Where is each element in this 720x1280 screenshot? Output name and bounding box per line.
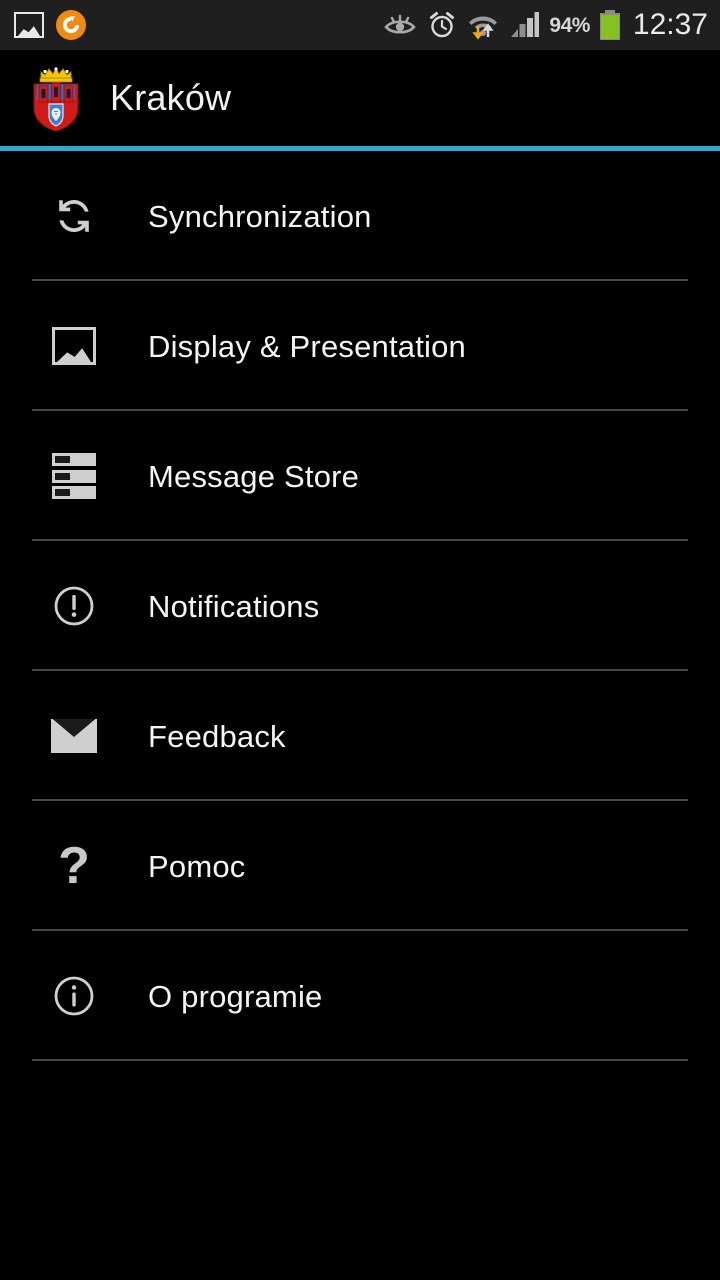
storage-icon bbox=[0, 411, 148, 541]
screenshot-icon bbox=[14, 12, 44, 38]
page-title: Kraków bbox=[110, 77, 232, 118]
list-item-label: Synchronization bbox=[148, 198, 372, 234]
list-item-label: Pomoc bbox=[148, 848, 246, 884]
question-mark-icon: ? bbox=[58, 837, 90, 895]
status-bar: 94% 12:37 bbox=[0, 0, 720, 50]
status-bar-right-icons: 94% 12:37 bbox=[383, 10, 708, 40]
list-item-display-presentation[interactable]: Display & Presentation bbox=[0, 281, 720, 411]
app-notification-icon bbox=[56, 10, 86, 40]
cellular-signal-icon bbox=[509, 11, 540, 39]
list-divider bbox=[32, 1059, 688, 1061]
wifi-icon bbox=[467, 10, 499, 40]
list-item-label: Display & Presentation bbox=[148, 328, 467, 364]
list-item-notifications[interactable]: Notifications bbox=[0, 541, 720, 671]
smart-stay-eye-icon bbox=[383, 12, 417, 38]
list-item-o-programie[interactable]: O programie bbox=[0, 931, 720, 1061]
list-item-pomoc[interactable]: ? Pomoc bbox=[0, 801, 720, 931]
envelope-icon bbox=[0, 671, 148, 801]
settings-list: Synchronization Display & Presentation M… bbox=[0, 151, 720, 1061]
list-item-synchronization[interactable]: Synchronization bbox=[0, 151, 720, 281]
alert-circle-icon bbox=[0, 541, 148, 671]
image-icon bbox=[0, 281, 148, 411]
sync-icon bbox=[0, 151, 148, 281]
list-item-feedback[interactable]: Feedback bbox=[0, 671, 720, 801]
info-circle-icon bbox=[0, 931, 148, 1061]
battery-icon bbox=[599, 10, 620, 40]
krakow-coat-of-arms-icon[interactable] bbox=[28, 64, 84, 132]
battery-percent-label: 94% bbox=[549, 13, 590, 37]
list-item-message-store[interactable]: Message Store bbox=[0, 411, 720, 541]
clock-label: 12:37 bbox=[632, 8, 708, 41]
alarm-clock-icon bbox=[427, 10, 457, 40]
list-item-label: O programie bbox=[148, 978, 323, 1014]
action-bar: Kraków bbox=[0, 50, 720, 146]
list-item-label: Message Store bbox=[148, 458, 360, 494]
list-item-label: Feedback bbox=[148, 718, 286, 754]
empty-area bbox=[0, 1061, 720, 1280]
list-item-label: Notifications bbox=[148, 588, 320, 624]
status-bar-left-icons bbox=[14, 10, 86, 40]
